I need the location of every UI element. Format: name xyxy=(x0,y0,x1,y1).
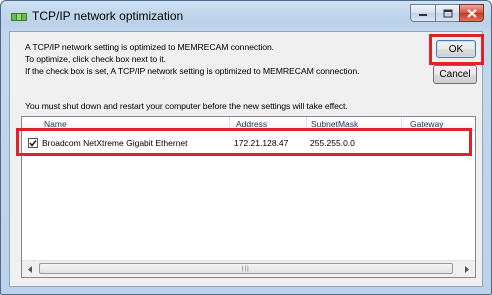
arrow-right-icon xyxy=(465,265,469,273)
restart-notice: You must shut down and restart your comp… xyxy=(25,101,348,111)
dialog-window: TCP/IP network optimization A TCP/IP net… xyxy=(0,0,492,295)
close-button[interactable] xyxy=(459,4,484,22)
minimize-icon xyxy=(419,14,427,16)
title-bar[interactable]: TCP/IP network optimization xyxy=(1,1,491,31)
arrow-left-icon xyxy=(28,265,32,273)
minimize-button[interactable] xyxy=(410,4,436,22)
maximize-icon xyxy=(443,9,452,17)
description-line-1: A TCP/IP network setting is optimized to… xyxy=(25,42,274,52)
horizontal-scrollbar[interactable]: ||| xyxy=(22,260,475,277)
adapter-row-highlight xyxy=(16,128,472,156)
description-line-3: If the check box is set, A TCP/IP networ… xyxy=(25,66,360,76)
scroll-grip: ||| xyxy=(242,266,250,272)
cancel-button[interactable]: Cancel xyxy=(433,65,477,84)
scroll-right-button[interactable] xyxy=(459,261,475,277)
network-app-icon xyxy=(11,10,27,22)
description-line-2: To optimize, click check box next to it. xyxy=(25,54,166,64)
scroll-thumb[interactable]: ||| xyxy=(39,263,453,274)
ok-button-highlight xyxy=(429,34,484,65)
maximize-button[interactable] xyxy=(435,4,460,22)
window-title: TCP/IP network optimization xyxy=(32,9,184,23)
scroll-left-button[interactable] xyxy=(22,261,38,277)
close-icon xyxy=(466,8,477,18)
